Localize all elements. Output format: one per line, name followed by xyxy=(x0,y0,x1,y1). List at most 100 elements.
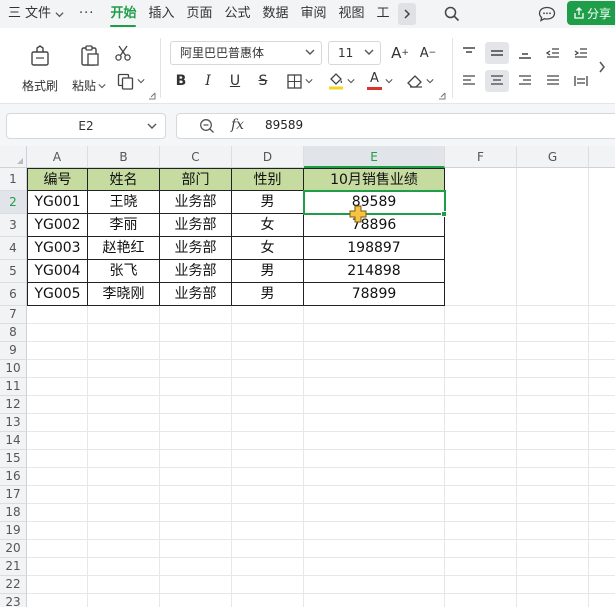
insert-function-button[interactable]: fx xyxy=(231,117,244,133)
underline-button[interactable]: U xyxy=(224,70,246,92)
font-size-select[interactable]: 11 xyxy=(328,41,381,65)
table-cell[interactable]: 78896 xyxy=(304,214,445,237)
tab-review[interactable]: 审阅 xyxy=(295,0,333,28)
table-header-cell[interactable]: 编号 xyxy=(28,169,88,191)
table-cell[interactable]: 男 xyxy=(232,283,304,306)
row-header[interactable]: 16 xyxy=(0,468,27,486)
tab-data[interactable]: 数据 xyxy=(257,0,295,28)
search-button[interactable] xyxy=(442,4,462,24)
table-header-cell[interactable]: 性别 xyxy=(232,169,304,191)
cut-button[interactable] xyxy=(112,42,134,64)
row-header[interactable]: 12 xyxy=(0,396,27,414)
table-cell[interactable]: 女 xyxy=(232,237,304,260)
align-right-button[interactable] xyxy=(514,70,536,92)
table-cell[interactable]: 王晓 xyxy=(88,191,160,214)
table-cell[interactable]: 男 xyxy=(232,191,304,214)
table-cell[interactable]: YG004 xyxy=(28,260,88,283)
copy-button[interactable] xyxy=(113,70,149,92)
row-header[interactable]: 14 xyxy=(0,432,27,450)
share-button[interactable]: 分享 xyxy=(567,1,615,25)
tab-insert[interactable]: 插入 xyxy=(142,0,180,28)
row-header[interactable]: 22 xyxy=(0,576,27,594)
tabs-scroll-right-button[interactable] xyxy=(397,3,416,25)
decrease-font-size-button[interactable]: A − xyxy=(417,41,439,65)
borders-button[interactable] xyxy=(284,70,316,92)
clear-format-button[interactable] xyxy=(404,70,436,92)
row-header[interactable]: 15 xyxy=(0,450,27,468)
column-header-f[interactable]: F xyxy=(445,146,517,168)
clipboard-dialog-launcher-icon[interactable] xyxy=(148,92,156,100)
table-cell[interactable]: 业务部 xyxy=(160,237,232,260)
format-painter-button[interactable]: 格式刷 xyxy=(18,40,62,98)
table-cell[interactable]: 女 xyxy=(232,214,304,237)
table-cell[interactable]: 214898 xyxy=(304,260,445,283)
table-cell[interactable]: 业务部 xyxy=(160,214,232,237)
align-left-button[interactable] xyxy=(458,70,480,92)
align-bottom-button[interactable] xyxy=(514,42,536,64)
row-header[interactable]: 9 xyxy=(0,342,27,360)
font-name-select[interactable]: 阿里巴巴普惠体 xyxy=(170,41,322,65)
spreadsheet-grid[interactable]: A B C D E F G 1 2 3 4 5 6 7 8 9 10 11 12… xyxy=(0,146,615,607)
table-cell[interactable]: YG002 xyxy=(28,214,88,237)
row-header[interactable]: 2 xyxy=(0,191,27,214)
table-cell[interactable]: 男 xyxy=(232,260,304,283)
zoom-out-icon[interactable] xyxy=(199,118,215,134)
table-header-cell[interactable]: 部门 xyxy=(160,169,232,191)
decrease-indent-button[interactable] xyxy=(542,42,564,64)
row-header[interactable]: 10 xyxy=(0,360,27,378)
table-header-cell[interactable]: 10月销售业绩 xyxy=(304,169,445,191)
row-header[interactable]: 3 xyxy=(0,214,27,237)
tab-page[interactable]: 页面 xyxy=(180,0,218,28)
tab-view[interactable]: 视图 xyxy=(333,0,371,28)
row-header[interactable]: 17 xyxy=(0,486,27,504)
more-menu-button[interactable]: ··· xyxy=(69,0,104,28)
table-cell[interactable]: YG005 xyxy=(28,283,88,306)
tab-tools[interactable]: 工 xyxy=(371,0,396,28)
row-header[interactable]: 21 xyxy=(0,558,27,576)
paste-button[interactable]: 粘贴 xyxy=(68,40,110,98)
ribbon-scroll-right-button[interactable] xyxy=(594,56,610,78)
column-header-h[interactable] xyxy=(589,146,615,168)
increase-indent-button[interactable] xyxy=(570,42,592,64)
row-header[interactable]: 19 xyxy=(0,522,27,540)
row-header[interactable]: 7 xyxy=(0,306,27,324)
comment-button[interactable] xyxy=(537,4,557,24)
row-header[interactable]: 20 xyxy=(0,540,27,558)
increase-font-size-button[interactable]: A + xyxy=(389,41,411,65)
table-cell[interactable]: 李晓刚 xyxy=(88,283,160,306)
table-cell[interactable]: 李丽 xyxy=(88,214,160,237)
table-cell[interactable]: 张飞 xyxy=(88,260,160,283)
table-cell[interactable]: 78899 xyxy=(304,283,445,306)
column-header-e[interactable]: E xyxy=(304,146,445,168)
row-header[interactable]: 6 xyxy=(0,283,27,306)
table-cell[interactable]: YG001 xyxy=(28,191,88,214)
select-all-corner[interactable] xyxy=(0,146,27,168)
name-box[interactable]: E2 xyxy=(6,113,166,139)
font-dialog-launcher-icon[interactable] xyxy=(438,92,446,100)
table-cell[interactable]: 业务部 xyxy=(160,260,232,283)
strikethrough-button[interactable]: S xyxy=(252,70,274,92)
row-header[interactable]: 5 xyxy=(0,260,27,283)
row-header[interactable]: 1 xyxy=(0,168,27,191)
table-cell[interactable]: 89589 xyxy=(304,191,445,214)
font-color-button[interactable]: A xyxy=(364,70,396,92)
distributed-align-button[interactable] xyxy=(570,70,592,92)
table-cell[interactable]: 198897 xyxy=(304,237,445,260)
row-header[interactable]: 18 xyxy=(0,504,27,522)
table-cell[interactable]: 业务部 xyxy=(160,191,232,214)
column-header-g[interactable]: G xyxy=(517,146,589,168)
justify-button[interactable] xyxy=(542,70,564,92)
row-header[interactable]: 13 xyxy=(0,414,27,432)
tab-formula[interactable]: 公式 xyxy=(218,0,256,28)
fill-color-button[interactable] xyxy=(325,70,357,92)
column-header-a[interactable]: A xyxy=(27,146,88,168)
column-header-b[interactable]: B xyxy=(88,146,160,168)
align-center-button[interactable] xyxy=(485,70,509,92)
file-menu[interactable]: 三 文件 xyxy=(0,0,69,28)
column-header-c[interactable]: C xyxy=(160,146,232,168)
row-header[interactable]: 4 xyxy=(0,237,27,260)
row-header[interactable]: 23 xyxy=(0,594,27,607)
tab-home[interactable]: 开始 xyxy=(104,0,142,28)
align-top-button[interactable] xyxy=(458,42,480,64)
fill-handle[interactable] xyxy=(441,211,447,217)
